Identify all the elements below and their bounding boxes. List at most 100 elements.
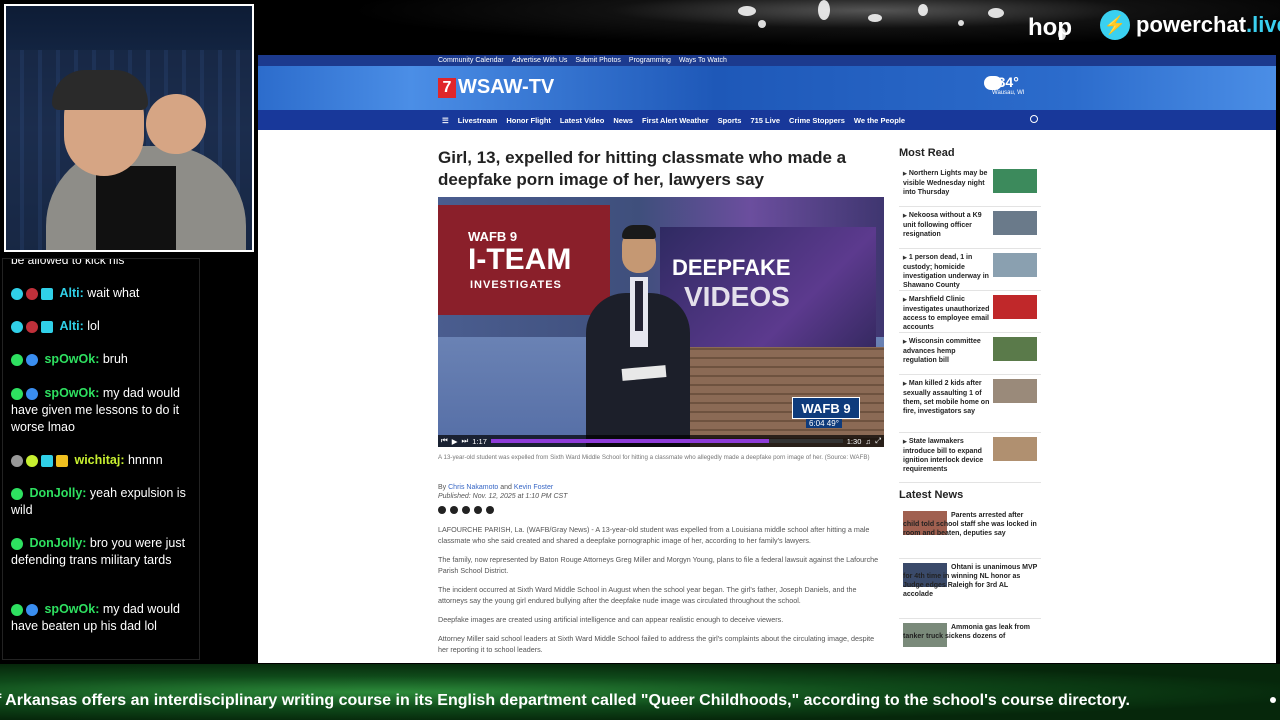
chat-message: DonJolly: yeah expulsion is wild [11,486,186,517]
latest-news-item[interactable]: Ohtani is unanimous MVP for 4th time in … [899,559,1041,619]
chat-message: Alti: lol [11,318,195,335]
news-ticker: f Arkansas offers an interdisciplinary w… [0,664,1280,720]
ticker-text: f Arkansas offers an interdisciplinary w… [0,692,1130,709]
video-player[interactable]: WAFB 9 I-TEAM INVESTIGATES DEEPFAKE VIDE… [438,197,884,447]
main-nav: ☰ Livestream Honor Flight Latest Video N… [258,110,1276,130]
thumbnail [993,169,1037,193]
article-paragraph: LAFOURCHE PARISH, La. (WAFB/Gray News) -… [438,525,870,545]
article: Girl, 13, expelled for hitting classmate… [438,147,884,663]
badge-icon [11,287,23,300]
util-link[interactable]: Ways To Watch [679,57,727,64]
x-icon[interactable] [462,506,470,514]
badge-icon [41,320,53,333]
nav-item[interactable]: Sports [718,116,742,125]
nav-item[interactable]: Honor Flight [506,116,551,125]
most-read-item[interactable]: Marshfield Clinic investigates unauthori… [899,291,1041,333]
published-date: Published: Nov. 12, 2025 at 1:10 PM CST [438,493,568,500]
badge-icon [11,387,23,400]
search-icon[interactable] [1030,115,1038,123]
latest-news-title: Latest News [899,489,964,501]
email-icon[interactable] [438,506,446,514]
webcam-feed [4,4,254,252]
menu-icon[interactable]: ☰ [442,116,449,125]
chat-message: spOwOk: my dad would have given me lesso… [11,386,180,434]
nav-item[interactable]: Livestream [458,116,498,125]
station-bug: WAFB 9 [792,397,860,419]
badge-icon [41,287,53,300]
byline: By Chris Nakamoto and Kevin Foster [438,484,554,491]
chat-message: DonJolly: bro you were just defending tr… [11,536,186,567]
play-icon[interactable]: ▶ [452,437,458,446]
nav-item[interactable]: Crime Stoppers [789,116,845,125]
crown-icon [56,454,68,467]
badge-icon [11,537,23,550]
progress-bar[interactable] [490,439,843,443]
latest-news-item[interactable]: Parents arrested after child told school… [899,507,1041,559]
thumbnail [993,253,1037,277]
nav-item[interactable]: 715 Live [750,116,780,125]
badge-icon [11,454,23,467]
most-read-item[interactable]: Wisconsin committee advances hemp regula… [899,333,1041,375]
chat-partial-message: be allowed to kick his [11,258,125,267]
badge-icon [26,320,38,333]
fullscreen-icon[interactable]: ⤢ [875,436,881,446]
total-time: 1:30 [846,436,862,446]
nav-item[interactable]: Latest Video [560,116,604,125]
facebook-icon[interactable] [450,506,458,514]
utility-bar: Community Calendar Advertise With Us Sub… [258,55,1276,66]
current-time: 1:17 [472,436,487,446]
ticker-dot-icon [1270,697,1276,703]
article-paragraph: Deepfake images are created using artifi… [438,615,784,624]
article-paragraph: The incident occurred at Sixth Ward Midd… [438,585,857,605]
badge-icon [11,603,23,616]
badge-icon [11,353,23,366]
article-paragraph: Attorney Miller said school leaders at S… [438,634,875,654]
util-link[interactable]: Programming [629,57,671,64]
util-link[interactable]: Submit Photos [575,57,621,64]
sword-icon [26,353,38,366]
masthead: 7 WSAW-TV 34° Wausau, WI [258,66,1276,110]
badge-icon [26,287,38,300]
site-logo[interactable]: 7 WSAW-TV [438,76,554,99]
thumbnail [993,211,1037,235]
stream-overlay: hop ⚡ powerchat.live be allowed to kick … [0,0,1280,720]
latest-news-item[interactable]: Ammonia gas leak from tanker truck sicke… [899,619,1041,663]
most-read-item[interactable]: Northern Lights may be visible Wednesday… [899,165,1041,207]
nav-item[interactable]: We the People [854,116,905,125]
nav-item[interactable]: First Alert Weather [642,116,709,125]
most-read-item[interactable]: Man killed 2 kids after sexually assault… [899,375,1041,433]
share-buttons [438,506,884,514]
util-link[interactable]: Community Calendar [438,57,504,64]
thumbnail [993,379,1037,403]
badge-icon [41,454,53,467]
powerchat-logo: ⚡ powerchat.live [1100,10,1280,40]
thumbnail [993,437,1037,461]
sword-icon [26,603,38,616]
forward-icon[interactable]: ⏭ [462,436,469,446]
article-headline: Girl, 13, expelled for hitting classmate… [438,148,847,189]
chat-message: wichitaj: hnnnn [11,452,195,469]
util-link[interactable]: Advertise With Us [512,57,568,64]
badge-icon [11,320,23,333]
thumbnail [993,295,1037,319]
pinterest-icon[interactable] [474,506,482,514]
linkedin-icon[interactable] [486,506,494,514]
rewind-icon[interactable]: ⏮ [441,436,448,446]
most-read-item[interactable]: State lawmakers introduce bill to expand… [899,433,1041,483]
top-banner: hop ⚡ powerchat.live [258,0,1280,52]
author-link[interactable]: Kevin Foster [514,484,553,491]
chat-panel[interactable]: be allowed to kick his Alti: wait what A… [2,258,200,660]
most-read-title: Most Read [899,147,955,159]
nav-item[interactable]: News [613,116,633,125]
thumbnail [993,337,1037,361]
powerchat-brand: powerchat [1136,12,1247,37]
volume-icon[interactable]: ♫ [865,437,871,446]
author-link[interactable]: Chris Nakamoto [448,484,498,491]
hop-label: hop [1028,14,1072,41]
weather-widget[interactable]: 34° Wausau, WI [984,74,1024,96]
badge-icon [26,454,38,467]
article-body: LAFOURCHE PARISH, La. (WAFB/Gray News) -… [438,524,884,655]
station-clock: 6:04 49° [806,419,842,428]
most-read-item[interactable]: Nekoosa without a K9 unit following offi… [899,207,1041,249]
most-read-item[interactable]: 1 person dead, 1 in custody; homicide in… [899,249,1041,291]
